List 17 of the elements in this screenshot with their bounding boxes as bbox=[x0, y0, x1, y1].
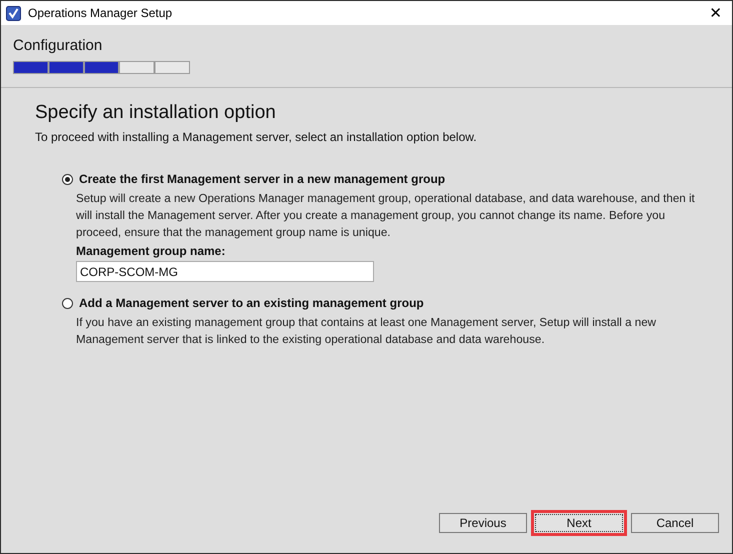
radio-button[interactable] bbox=[62, 298, 73, 308]
radio-button[interactable] bbox=[62, 174, 73, 184]
page-heading: Specify an installation option bbox=[35, 102, 277, 124]
option-label[interactable]: Create the first Management server in a new management group bbox=[79, 172, 446, 186]
window-title: Operations Manager Setup bbox=[28, 6, 174, 20]
group-name-field[interactable]: CORP-SCOM-MG bbox=[76, 261, 374, 282]
wizard-button[interactable]: Next bbox=[531, 510, 627, 536]
wizard-button[interactable]: Previous bbox=[439, 513, 527, 533]
wizard-button[interactable]: Cancel bbox=[631, 513, 719, 533]
option-description: Setup will create a new Operations Manager management group, operational database, and data warehouse, and then it will install the Management server. After you create a management group, you cannot change its name. Before you proceed, ensure that the management group name is unique. bbox=[76, 191, 696, 241]
option-description: If you have an existing management group that contains at least one Management server, Setup will install a new Management server that is linked to the existing operational database and data warehouse. bbox=[76, 315, 658, 348]
field-label: Management group name: bbox=[76, 244, 226, 258]
option-label[interactable]: Add a Management server to an existing management group bbox=[79, 296, 424, 310]
intro-text: To proceed with installing a Management server, select an installation option below. bbox=[35, 130, 478, 144]
step-title: Configuration bbox=[13, 37, 104, 54]
close-button[interactable]: ✕ bbox=[705, 4, 726, 22]
setup-app-icon bbox=[6, 6, 21, 20]
